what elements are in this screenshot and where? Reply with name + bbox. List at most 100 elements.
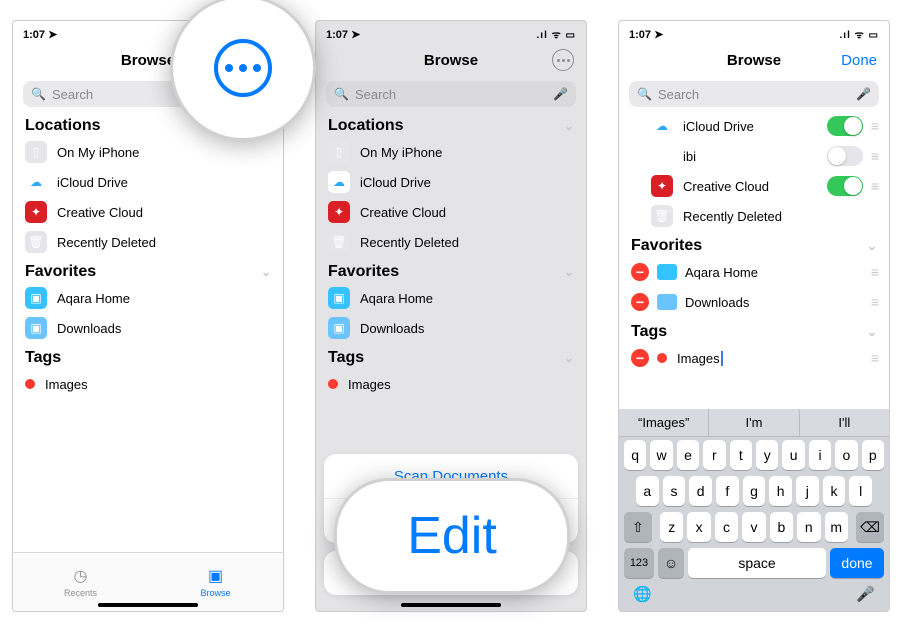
- section-header-tags[interactable]: Tags⌄: [316, 343, 586, 369]
- key-i[interactable]: i: [809, 440, 831, 470]
- key-v[interactable]: v: [742, 512, 765, 542]
- delete-button[interactable]: −: [631, 263, 649, 281]
- drag-handle-icon[interactable]: ≡: [871, 178, 877, 194]
- key-o[interactable]: o: [835, 440, 857, 470]
- key-p[interactable]: p: [862, 440, 884, 470]
- keyboard: “Images” I'm I'll qwertyuiop asdfghjkl ⇧…: [619, 409, 889, 611]
- location-icloud-drive[interactable]: ☁︎iCloud Drive: [316, 167, 586, 197]
- shift-key[interactable]: ⇧: [624, 512, 652, 542]
- emoji-key[interactable]: ☺: [658, 548, 684, 578]
- location-on-my-iphone[interactable]: ▯On My iPhone: [316, 137, 586, 167]
- creative-cloud-icon: ✦: [25, 201, 47, 223]
- section-header-favorites[interactable]: Favorites⌄: [13, 257, 283, 283]
- toggle-cc[interactable]: [827, 176, 863, 196]
- done-key[interactable]: done: [830, 548, 884, 578]
- drag-handle-icon[interactable]: ≡: [871, 294, 877, 310]
- favorite-aqara-home[interactable]: ▣Aqara Home: [316, 283, 586, 313]
- key-c[interactable]: c: [715, 512, 738, 542]
- callout-edit: Edit: [334, 478, 570, 594]
- status-icons: .ıl ᯤ ▭: [537, 27, 576, 41]
- tag-images[interactable]: Images: [316, 369, 586, 399]
- key-n[interactable]: n: [797, 512, 820, 542]
- drag-handle-icon[interactable]: ≡: [871, 350, 877, 366]
- drag-handle-icon[interactable]: ≡: [871, 264, 877, 280]
- favorite-downloads[interactable]: ▣Downloads: [316, 313, 586, 343]
- icloud-icon: ☁︎: [328, 171, 350, 193]
- suggestion[interactable]: I'll: [800, 409, 889, 436]
- key-l[interactable]: l: [849, 476, 872, 506]
- mic-icon[interactable]: 🎤: [856, 87, 871, 101]
- drag-handle-icon[interactable]: ≡: [871, 118, 877, 134]
- key-a[interactable]: a: [636, 476, 659, 506]
- location-recently-deleted[interactable]: 🗑Recently Deleted: [316, 227, 586, 257]
- creative-cloud-icon: ✦: [651, 175, 673, 197]
- status-bar: 1:07 ➤ .ıl ᯤ ▭: [316, 21, 586, 43]
- dictation-key[interactable]: 🎤: [856, 585, 875, 603]
- icloud-icon: ☁︎: [651, 115, 673, 137]
- globe-key[interactable]: 🌐: [633, 585, 652, 603]
- key-m[interactable]: m: [825, 512, 848, 542]
- favorite-aqara-home[interactable]: ▣Aqara Home: [13, 283, 283, 313]
- space-key[interactable]: space: [688, 548, 826, 578]
- toggle-icloud[interactable]: [827, 116, 863, 136]
- delete-button[interactable]: −: [631, 293, 649, 311]
- key-h[interactable]: h: [769, 476, 792, 506]
- search-input[interactable]: 🔍 Search 🎤: [326, 81, 576, 107]
- tag-name-input[interactable]: Images: [677, 351, 871, 366]
- location-recently-deleted[interactable]: 🗑Recently Deleted: [13, 227, 283, 257]
- search-icon: 🔍: [637, 87, 652, 101]
- page-title: Browse: [121, 52, 175, 69]
- tag-color-icon: [25, 379, 35, 389]
- key-q[interactable]: q: [624, 440, 646, 470]
- key-j[interactable]: j: [796, 476, 819, 506]
- key-z[interactable]: z: [660, 512, 683, 542]
- location-on-my-iphone[interactable]: ▯On My iPhone: [13, 137, 283, 167]
- key-s[interactable]: s: [663, 476, 686, 506]
- home-indicator[interactable]: [401, 603, 501, 607]
- search-icon: 🔍: [334, 87, 349, 101]
- drag-handle-icon[interactable]: ≡: [871, 148, 877, 164]
- key-b[interactable]: b: [770, 512, 793, 542]
- toggle-ibi[interactable]: [827, 146, 863, 166]
- key-r[interactable]: r: [703, 440, 725, 470]
- ibi-icon: ibi: [651, 145, 673, 167]
- key-d[interactable]: d: [689, 476, 712, 506]
- location-icloud-drive[interactable]: ☁︎iCloud Drive: [13, 167, 283, 197]
- location-creative-cloud[interactable]: ✦Creative Cloud: [316, 197, 586, 227]
- section-header-locations[interactable]: Locations⌄: [316, 111, 586, 137]
- section-header-favorites[interactable]: Favorites⌄: [316, 257, 586, 283]
- key-f[interactable]: f: [716, 476, 739, 506]
- home-indicator[interactable]: [98, 603, 198, 607]
- chevron-down-icon: ⌄: [867, 325, 877, 339]
- more-button[interactable]: [552, 49, 574, 71]
- key-t[interactable]: t: [730, 440, 752, 470]
- mic-icon[interactable]: 🎤: [553, 87, 568, 101]
- key-g[interactable]: g: [743, 476, 766, 506]
- suggestion[interactable]: I'm: [709, 409, 799, 436]
- page-title: Browse: [424, 52, 478, 69]
- key-k[interactable]: k: [823, 476, 846, 506]
- delete-button[interactable]: −: [631, 349, 649, 367]
- folder-icon: [657, 294, 677, 310]
- key-y[interactable]: y: [756, 440, 778, 470]
- section-header-tags[interactable]: Tags: [13, 343, 283, 369]
- location-creative-cloud[interactable]: ✦Creative Cloud: [13, 197, 283, 227]
- location-icon: ➤: [654, 29, 663, 41]
- section-header-favorites[interactable]: Favorites⌄: [619, 231, 889, 257]
- suggestion[interactable]: “Images”: [619, 409, 709, 436]
- key-u[interactable]: u: [782, 440, 804, 470]
- creative-cloud-icon: ✦: [328, 201, 350, 223]
- suggestion-bar: “Images” I'm I'll: [619, 409, 889, 437]
- section-header-tags[interactable]: Tags⌄: [619, 317, 889, 343]
- chevron-down-icon: ⌄: [564, 265, 574, 279]
- search-input[interactable]: 🔍 Search 🎤: [629, 81, 879, 107]
- key-w[interactable]: w: [650, 440, 672, 470]
- backspace-key[interactable]: ⌫: [856, 512, 884, 542]
- icloud-icon: ☁︎: [25, 171, 47, 193]
- favorite-downloads[interactable]: ▣Downloads: [13, 313, 283, 343]
- number-key[interactable]: 123: [624, 548, 654, 578]
- done-button[interactable]: Done: [841, 52, 877, 69]
- tag-images[interactable]: Images: [13, 369, 283, 399]
- key-x[interactable]: x: [687, 512, 710, 542]
- key-e[interactable]: e: [677, 440, 699, 470]
